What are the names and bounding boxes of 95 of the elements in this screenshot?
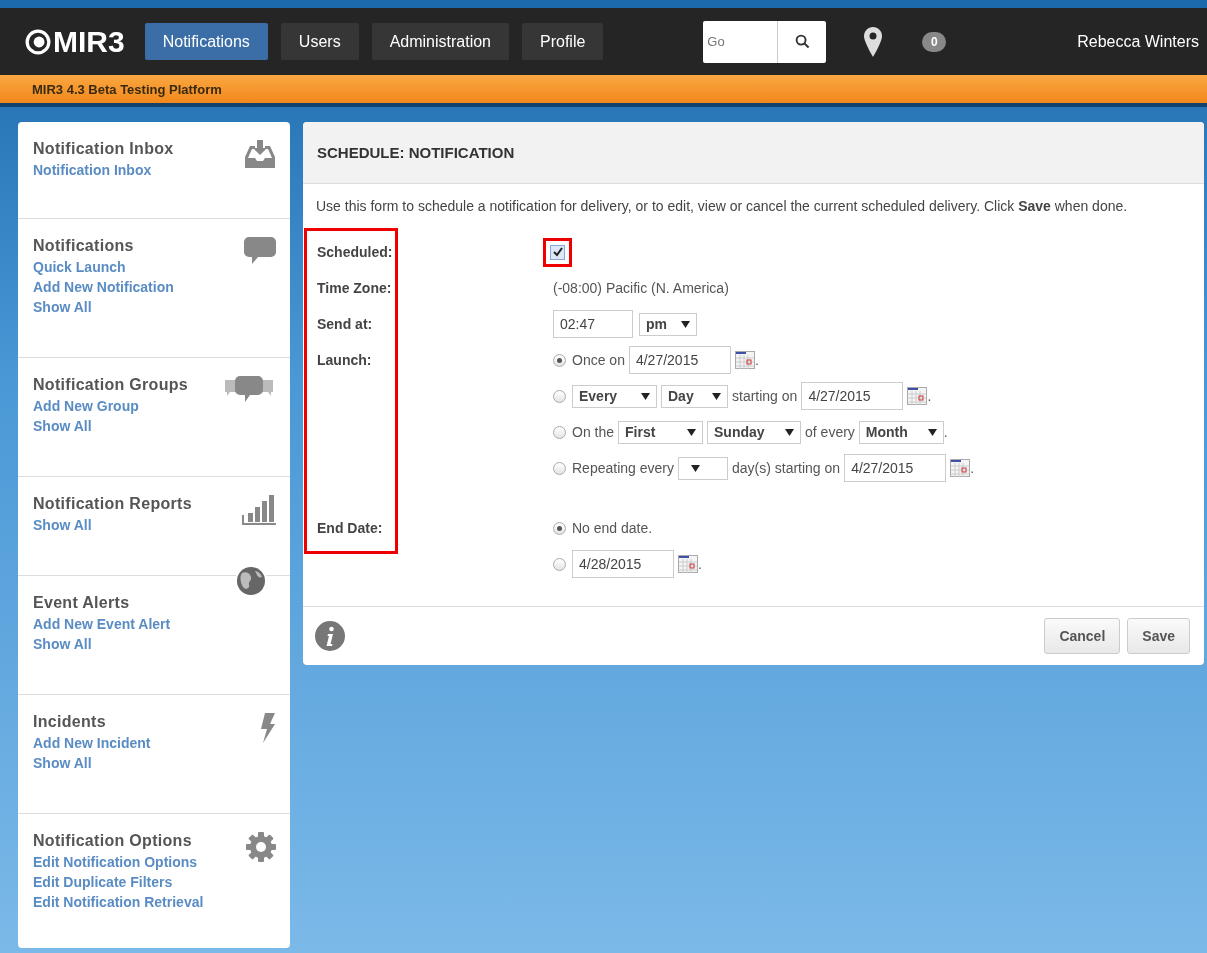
date-field[interactable]: 4/27/2015	[801, 382, 904, 410]
location-pin-icon[interactable]	[864, 26, 883, 57]
banner-text: MIR3 4.3 Beta Testing Platform	[32, 81, 222, 97]
logo-icon	[25, 28, 51, 55]
sidebar-link[interactable]: Add New Event Alert	[33, 614, 171, 634]
panel-title: SCHEDULE: NOTIFICATION	[317, 144, 515, 161]
option-text: of every	[805, 424, 855, 440]
info-icon[interactable]	[315, 621, 345, 651]
sidebar-link[interactable]: Show All	[33, 297, 174, 317]
dropdown[interactable]: First	[618, 420, 704, 444]
caret-icon	[927, 428, 937, 436]
checkmark-icon	[552, 247, 563, 257]
nav-tab[interactable]: Administration	[371, 23, 509, 60]
sidebar-link[interactable]: Notification Inbox	[33, 160, 174, 180]
caret-icon	[712, 392, 721, 400]
option-text: .	[698, 556, 702, 572]
dropdown[interactable]	[677, 456, 728, 480]
sidebar-link[interactable]: Show All	[33, 753, 151, 773]
option-text: .	[927, 388, 932, 404]
option-text: On the	[572, 424, 615, 440]
radio-button[interactable]	[553, 353, 566, 367]
caret-icon	[641, 392, 650, 400]
option-text: starting on	[732, 388, 798, 404]
section-title: Notifications	[33, 237, 135, 255]
form-button[interactable]: Cancel	[1044, 618, 1121, 654]
option-text: Repeating every	[572, 460, 674, 476]
lightning-bolt-icon	[258, 713, 276, 743]
speech-bubble-icon	[244, 237, 276, 265]
radio-button[interactable]	[553, 521, 566, 535]
am-pm-dropdown[interactable]: pm	[639, 312, 697, 336]
option-text: .	[970, 460, 974, 476]
caret-icon	[785, 428, 795, 436]
sidebar-link[interactable]: Add New Incident	[33, 733, 151, 753]
date-field[interactable]: 4/28/2015	[572, 550, 674, 578]
section-title: Incidents	[33, 713, 107, 731]
option-text: .	[754, 352, 759, 368]
section-title: Notification Reports	[33, 495, 192, 513]
time-field[interactable]: 02:47	[553, 310, 633, 338]
calendar-icon[interactable]	[950, 459, 971, 477]
field-label: Send at:	[316, 316, 374, 332]
calendar-icon[interactable]	[734, 351, 755, 369]
calendar-icon[interactable]	[678, 555, 698, 573]
calendar-icon[interactable]	[907, 387, 928, 405]
sidebar-link[interactable]: Show All	[33, 634, 171, 654]
date-field[interactable]: 4/27/2015	[628, 346, 731, 374]
form-button[interactable]: Save	[1127, 618, 1190, 654]
field-label: Time Zone:	[316, 280, 393, 296]
section-title: Event Alerts	[33, 594, 131, 612]
date-field[interactable]: 4/27/2015	[844, 454, 947, 482]
sidebar-link[interactable]: Edit Notification Options	[33, 852, 204, 872]
radio-button[interactable]	[553, 425, 566, 439]
sidebar-link[interactable]: Edit Duplicate Filters	[33, 872, 204, 892]
option-text: No end date.	[572, 520, 653, 536]
option-text: .	[943, 424, 948, 440]
option-text: day(s) starting on	[731, 460, 841, 476]
option-text: Once on	[572, 352, 625, 368]
nav-tab[interactable]: Profile	[522, 23, 604, 60]
search-field[interactable]: Go	[703, 20, 779, 63]
user-name[interactable]: Rebecca Winters	[1077, 32, 1199, 51]
instruction-text: Use this form to schedule a notification for delivery, or to edit, view or cancel the current scheduled delivery. Click Save when done.	[316, 198, 1129, 214]
time-zone-value: (-08:00) Pacific (N. America)	[553, 280, 729, 296]
radio-button[interactable]	[553, 461, 566, 475]
inbox-tray-icon	[244, 140, 276, 168]
field-label: Scheduled:	[316, 244, 394, 260]
sidebar-link[interactable]: Add New Notification	[33, 277, 174, 297]
caret-icon	[690, 464, 700, 472]
nav-tab[interactable]: Notifications	[144, 23, 268, 60]
section-title: Notification Groups	[33, 376, 189, 394]
globe-icon	[236, 566, 266, 596]
dropdown[interactable]: Sunday	[707, 420, 802, 444]
section-title: Notification Inbox	[33, 140, 174, 158]
radio-button[interactable]	[553, 557, 566, 571]
radio-button[interactable]	[553, 389, 566, 403]
sidebar-link[interactable]: Show All	[33, 416, 189, 436]
section-title: Notification Options	[33, 832, 193, 850]
dropdown[interactable]: Day	[661, 384, 728, 408]
caret-icon	[681, 320, 690, 328]
scheduled-checkbox[interactable]	[550, 244, 565, 260]
field-label: Launch:	[316, 352, 373, 368]
bar-chart-icon	[242, 495, 276, 525]
caret-icon	[687, 428, 697, 436]
dropdown[interactable]: Month	[858, 420, 944, 444]
logo[interactable]: MIR3	[25, 24, 125, 59]
sidebar-link[interactable]: Show All	[33, 515, 192, 535]
dropdown[interactable]: Every	[572, 384, 657, 408]
nav-tab[interactable]: Users	[280, 23, 359, 60]
speech-bubbles-icon	[222, 376, 276, 404]
notification-count-badge[interactable]: 0	[922, 31, 947, 52]
sidebar-link[interactable]: Edit Notification Retrieval	[33, 892, 204, 912]
sidebar-link[interactable]: Quick Launch	[33, 257, 174, 277]
search-icon	[794, 34, 810, 49]
field-label: End Date:	[316, 520, 384, 536]
search-button[interactable]	[778, 20, 827, 63]
sidebar-link[interactable]: Add New Group	[33, 396, 189, 416]
logo-text: MIR3	[53, 24, 125, 59]
